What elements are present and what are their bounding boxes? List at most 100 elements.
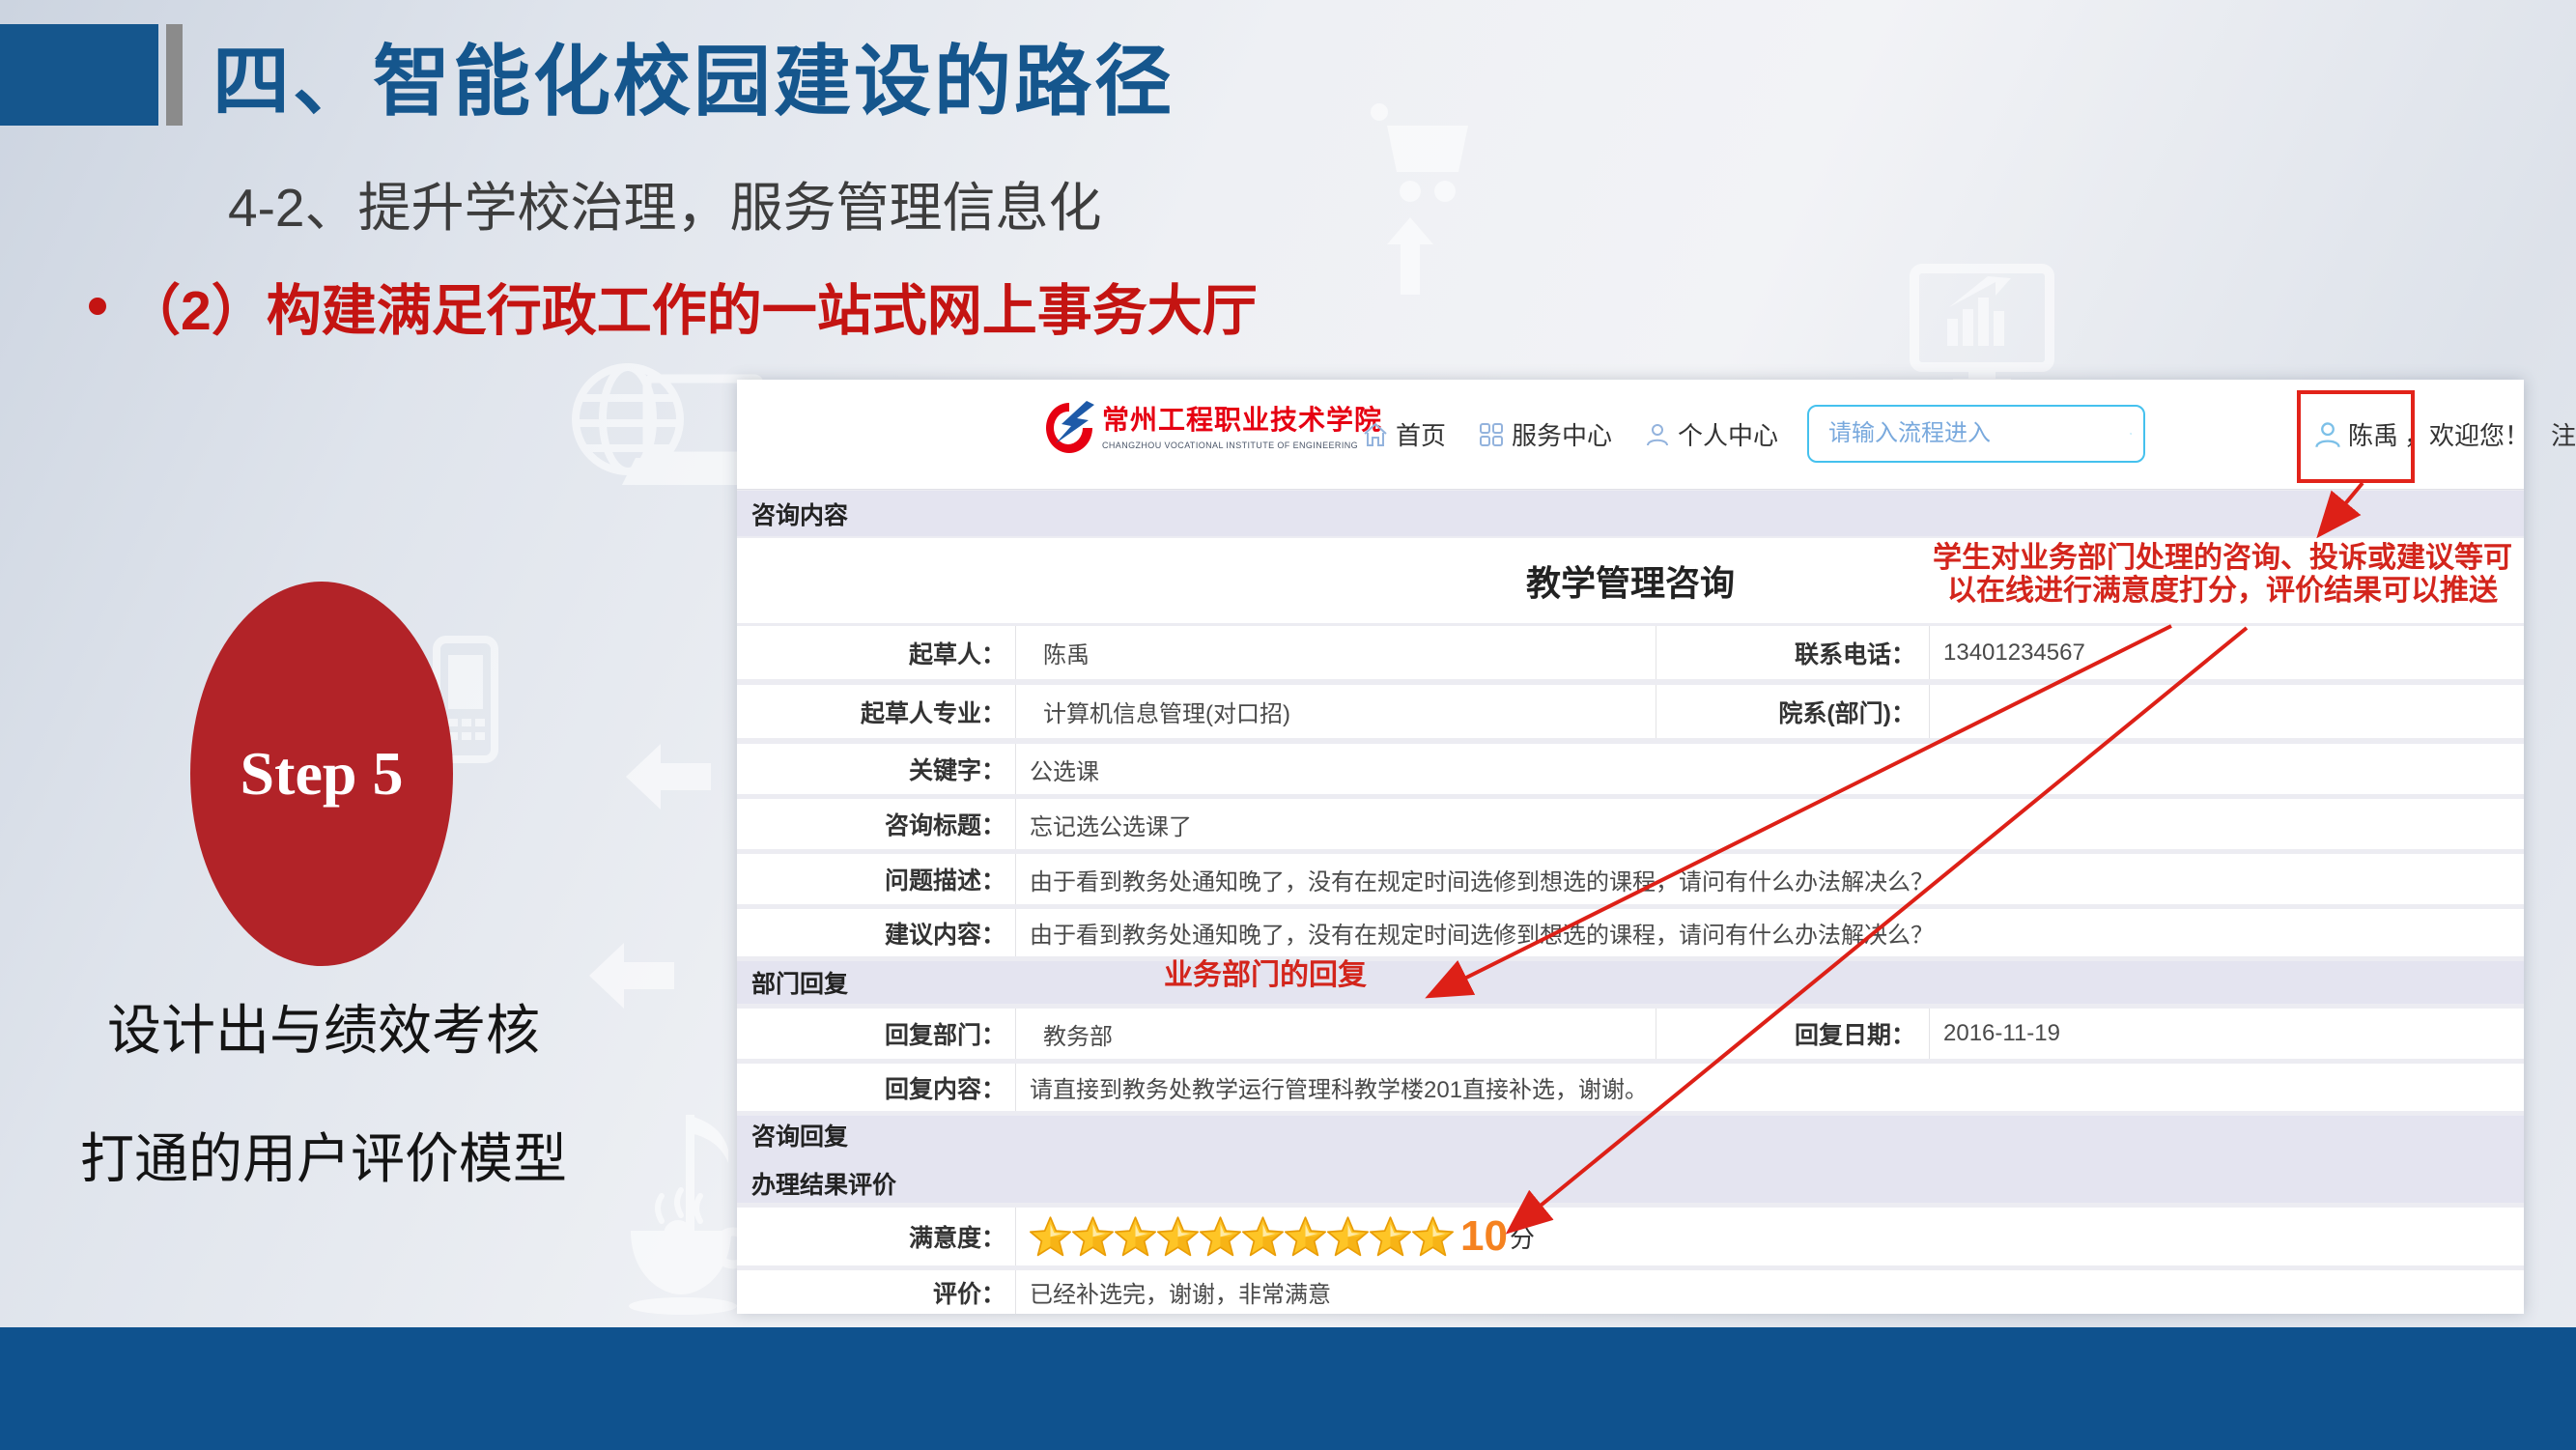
- school-name-en: CHANGZHOU VOCATIONAL INSTITUTE OF ENGINE…: [1102, 441, 1382, 450]
- school-name-cn: 常州工程职业技术学院: [1102, 399, 1382, 438]
- field-value: 陈禹: [1016, 626, 1656, 679]
- step-caption: 设计出与绩效考核 打通的用户评价模型: [24, 987, 623, 1244]
- form-row-suggestion: 建议内容： 由于看到教务处通知晚了，没有在规定时间选修到想选的课程，请问有什么办…: [737, 909, 2524, 956]
- step-label: Step 5: [241, 738, 404, 810]
- coffee-cup-icon: [629, 1190, 750, 1315]
- person-icon: [1645, 422, 1670, 447]
- nav-label: 个人中心: [1678, 416, 1778, 452]
- field-label: 问题描述：: [737, 854, 1016, 904]
- nav-label: 首页: [1396, 416, 1446, 452]
- field-label: 评价：: [737, 1270, 1016, 1314]
- annotation-note: 学生对业务部门处理的咨询、投诉或建议等可 以在线进行满意度打分，评价结果可以推送: [1924, 542, 2521, 608]
- form-row-satisfaction: 满意度：: [737, 1208, 2524, 1265]
- chart-monitor-icon: [1914, 269, 2050, 387]
- section-consult-content: 咨询内容: [737, 491, 2524, 536]
- star-icon[interactable]: [1157, 1216, 1199, 1257]
- star-rating[interactable]: [1030, 1216, 1455, 1257]
- form-row-reply-content: 回复内容： 请直接到教务处教学运行管理科教学楼201直接补选，谢谢。: [737, 1064, 2524, 1111]
- nav-item-service-center[interactable]: 服务中心: [1479, 416, 1612, 452]
- annotation-reply-note: 业务部门的回复: [1164, 951, 1367, 993]
- field-value: 由于看到教务处通知晚了，没有在规定时间选修到想选的课程，请问有什么办法解决么？: [1016, 863, 2524, 896]
- field-label: 院系(部门)：: [1656, 685, 1930, 738]
- form-row-major: 起草人专业： 计算机信息管理(对口招) 院系(部门)：: [737, 685, 2524, 738]
- section-label: 咨询回复: [737, 1118, 2524, 1152]
- star-icon[interactable]: [1242, 1216, 1284, 1257]
- field-value: 13401234567: [1930, 640, 2524, 667]
- search-icon[interactable]: [2130, 419, 2132, 448]
- form-row-keyword: 关键字： 公选课: [737, 744, 2524, 794]
- field-value: 公选课: [1016, 753, 2524, 786]
- satisfaction-score: 10: [1460, 1215, 1508, 1258]
- field-label: 联系电话：: [1656, 626, 1930, 679]
- home-icon: [1363, 422, 1388, 447]
- title-accent-block: [0, 24, 158, 126]
- caption-line: 打通的用户评价模型: [24, 1116, 623, 1194]
- star-icon[interactable]: [1412, 1216, 1454, 1257]
- section-label: 部门回复: [737, 965, 2524, 1000]
- music-note-icon: [664, 1115, 728, 1249]
- presentation-slide: 四、智能化校园建设的路径 4-2、提升学校治理，服务管理信息化 （2）构建满足行…: [0, 0, 2576, 1450]
- nav-label: 服务中心: [1512, 416, 1612, 452]
- satisfaction-unit: 分: [1510, 1219, 1535, 1255]
- up-arrow-icon: [1387, 217, 1433, 295]
- field-label: 回复内容：: [737, 1064, 1016, 1111]
- globe-icon: [576, 367, 680, 471]
- annotation-line: 以在线进行满意度打分，评价结果可以推送: [1924, 575, 2521, 608]
- slide-subtitle: 4-2、提升学校治理，服务管理信息化: [228, 164, 1102, 242]
- left-arrow-icon: [626, 744, 711, 810]
- field-label: 建议内容：: [737, 909, 1016, 956]
- slide-title: 四、智能化校园建设的路径: [212, 19, 1175, 131]
- section-label: 咨询内容: [737, 497, 2524, 531]
- form-row-problem-desc: 问题描述： 由于看到教务处通知晚了，没有在规定时间选修到想选的课程，请问有什么办…: [737, 854, 2524, 904]
- field-value: 已经补选完，谢谢，非常满意: [1016, 1275, 2524, 1309]
- portal-logo: 常州工程职业技术学院 CHANGZHOU VOCATIONAL INSTITUT…: [1044, 399, 1382, 455]
- field-value: 10 分: [1016, 1215, 2524, 1258]
- user-welcome: ，欢迎您！: [2404, 416, 2530, 452]
- field-label: 起草人：: [737, 626, 1016, 679]
- cart-icon: [1371, 103, 1468, 202]
- field-value: 由于看到教务处通知晚了，没有在规定时间选修到想选的课程，请问有什么办法解决么？: [1016, 916, 2524, 950]
- star-icon[interactable]: [1030, 1216, 1071, 1257]
- field-label: 起草人专业：: [737, 685, 1016, 738]
- field-label: 回复部门：: [737, 1009, 1016, 1059]
- field-label: 回复日期：: [1656, 1009, 1930, 1059]
- field-label: 满意度：: [737, 1208, 1016, 1265]
- section-dept-reply: 部门回复: [737, 961, 2524, 1004]
- field-value: 请直接到教务处教学运行管理科教学楼201直接补选，谢谢。: [1016, 1070, 2524, 1104]
- nav-item-personal-center[interactable]: 个人中心: [1645, 416, 1778, 452]
- portal-nav: 首页 服务中心 个人中心: [1363, 380, 1778, 489]
- field-label: 关键字：: [737, 744, 1016, 794]
- field-value: 计算机信息管理(对口招): [1016, 685, 1656, 738]
- star-icon[interactable]: [1327, 1216, 1369, 1257]
- field-value: 忘记选公选课了: [1016, 808, 2524, 841]
- form-row-consult-title: 咨询标题： 忘记选公选课了: [737, 799, 2524, 849]
- school-logo-icon: [1044, 399, 1094, 455]
- search-box: [1807, 405, 2145, 463]
- star-icon[interactable]: [1370, 1216, 1411, 1257]
- user-highlight-box: [2297, 390, 2415, 483]
- star-icon[interactable]: [1200, 1216, 1241, 1257]
- form-row-evaluation: 评价： 已经补选完，谢谢，非常满意: [737, 1270, 2524, 1314]
- star-icon[interactable]: [1115, 1216, 1156, 1257]
- logout-link[interactable]: 注销: [2551, 416, 2576, 452]
- nav-item-home[interactable]: 首页: [1363, 416, 1446, 452]
- field-value: 教务部: [1016, 1009, 1656, 1059]
- annotation-line: 学生对业务部门处理的咨询、投诉或建议等可: [1924, 542, 2521, 575]
- portal-screenshot: 常州工程职业技术学院 CHANGZHOU VOCATIONAL INSTITUT…: [737, 380, 2524, 1314]
- portal-header: 常州工程职业技术学院 CHANGZHOU VOCATIONAL INSTITUT…: [737, 380, 2524, 490]
- form-row-drafter: 起草人： 陈禹 联系电话： 13401234567: [737, 626, 2524, 679]
- form-row-reply-dept: 回复部门： 教务部 回复日期： 2016-11-19: [737, 1009, 2524, 1059]
- bullet-dot: [89, 298, 106, 315]
- service-grid-icon: [1479, 422, 1504, 447]
- title-accent-bar: [166, 24, 183, 126]
- step-badge: Step 5: [190, 582, 453, 966]
- section-consult-reply: 咨询回复 办理结果评价: [737, 1116, 2524, 1203]
- section-label: 办理结果评价: [737, 1166, 2524, 1201]
- field-label: 咨询标题：: [737, 799, 1016, 849]
- caption-line: 设计出与绩效考核: [24, 987, 623, 1066]
- search-input[interactable]: [1826, 411, 2130, 457]
- star-icon[interactable]: [1285, 1216, 1326, 1257]
- star-icon[interactable]: [1072, 1216, 1114, 1257]
- field-value: 2016-11-19: [1930, 1020, 2524, 1047]
- bullet-text: （2）构建满足行政工作的一站式网上事务大厅: [126, 267, 1258, 346]
